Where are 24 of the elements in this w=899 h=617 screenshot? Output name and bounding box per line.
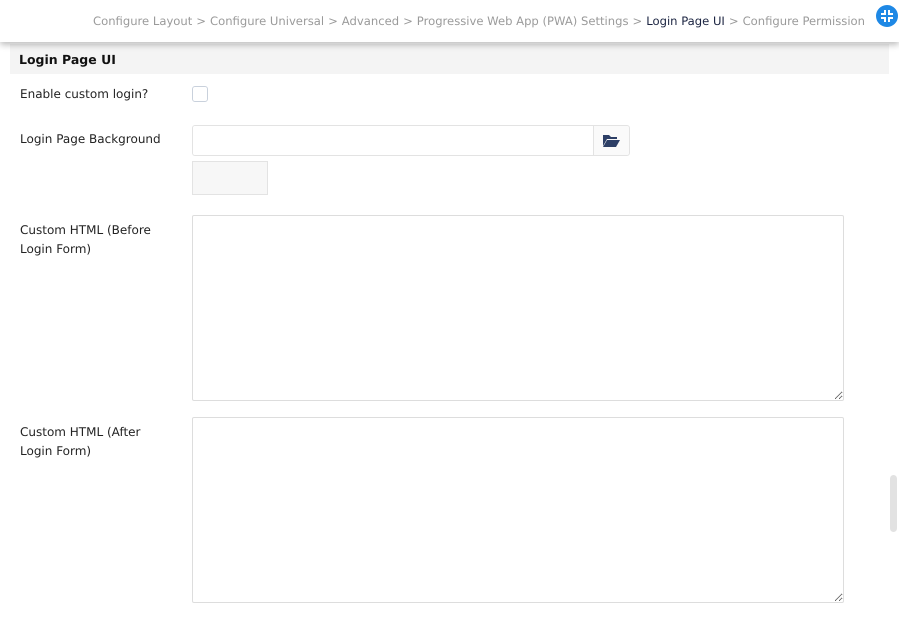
section-title: Login Page UI bbox=[19, 52, 116, 66]
html-textarea[interactable] bbox=[192, 215, 844, 401]
breadcrumb-separator: > bbox=[403, 14, 413, 28]
breadcrumb-link[interactable]: Progressive Web App (PWA) Settings bbox=[416, 14, 629, 28]
browse-button[interactable] bbox=[593, 125, 630, 156]
breadcrumb-link[interactable]: Login Page UI bbox=[646, 14, 725, 28]
scrollbar-thumb[interactable] bbox=[890, 475, 897, 532]
html-textarea[interactable] bbox=[192, 417, 844, 603]
breadcrumb-separator: > bbox=[632, 14, 642, 28]
field-label: Custom HTML (After Login Form) bbox=[20, 424, 142, 460]
breadcrumb-separator: > bbox=[196, 14, 206, 28]
field-label: Custom HTML (Before Login Form) bbox=[20, 222, 152, 258]
file-path-field[interactable] bbox=[192, 125, 593, 156]
folder-icon bbox=[603, 134, 620, 147]
field-label: Login Page Background bbox=[20, 131, 162, 148]
breadcrumb-link[interactable]: Configure Universal bbox=[210, 14, 324, 28]
breadcrumb-separator: > bbox=[728, 14, 739, 28]
breadcrumb-link[interactable]: Configure Permission bbox=[742, 14, 865, 28]
breadcrumb-separator: > bbox=[328, 14, 338, 28]
checkbox[interactable] bbox=[192, 86, 208, 102]
collapse-icon[interactable] bbox=[876, 5, 898, 27]
field-label: Enable custom login? bbox=[20, 86, 150, 103]
breadcrumb-link[interactable]: Advanced bbox=[342, 14, 400, 28]
breadcrumb-link[interactable]: Configure Layout bbox=[93, 14, 192, 28]
